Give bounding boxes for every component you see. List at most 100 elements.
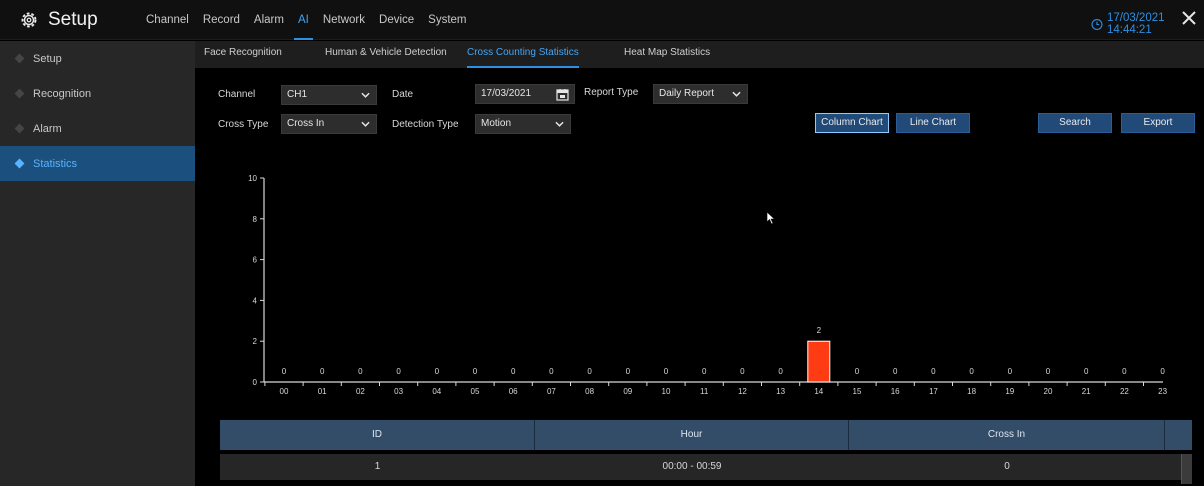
y-tick-label: 8 <box>253 215 258 224</box>
x-tick-label: 23 <box>1158 387 1167 396</box>
data-label: 0 <box>893 367 898 376</box>
main-panel: Channel CH1 Date 17/03/2021 Report Type … <box>195 68 1204 486</box>
table-header: ID Hour Cross In <box>220 420 1192 450</box>
x-tick-label: 15 <box>853 387 862 396</box>
x-tick-label: 14 <box>814 387 823 396</box>
table-row[interactable]: 1 00:00 - 00:59 0 <box>220 454 1192 480</box>
x-tick-label: 13 <box>776 387 785 396</box>
bullet-icon <box>14 158 25 169</box>
gear-icon <box>21 12 37 28</box>
x-tick-label: 16 <box>891 387 900 396</box>
bullet-icon <box>14 53 25 64</box>
x-tick-label: 01 <box>318 387 327 396</box>
data-label: 0 <box>511 367 516 376</box>
main-nav: Channel Record Alarm AI Network Device S… <box>146 0 467 40</box>
cell-cross-in: 0 <box>1004 461 1010 472</box>
data-label: 0 <box>549 367 554 376</box>
y-tick-label: 0 <box>253 378 258 387</box>
data-label: 0 <box>702 367 707 376</box>
bullet-icon <box>14 88 25 99</box>
sub-tab-bar: Face Recognition Human & Vehicle Detecti… <box>195 41 1204 68</box>
bullet-icon <box>14 123 25 134</box>
sidebar-item-recognition[interactable]: Recognition <box>0 76 195 111</box>
column-header-hour: Hour <box>535 420 849 450</box>
nav-device[interactable]: Device <box>379 0 414 40</box>
x-tick-label: 04 <box>432 387 441 396</box>
data-label: 0 <box>1008 367 1013 376</box>
x-tick-label: 05 <box>471 387 480 396</box>
x-tick-label: 00 <box>280 387 289 396</box>
column-header-cross-in: Cross In <box>849 420 1165 450</box>
x-tick-label: 09 <box>623 387 632 396</box>
data-label: 0 <box>778 367 783 376</box>
y-tick-label: 6 <box>253 256 258 265</box>
x-tick-label: 12 <box>738 387 747 396</box>
data-label: 0 <box>320 367 325 376</box>
sidebar-item-label: Recognition <box>33 87 92 100</box>
data-label: 0 <box>969 367 974 376</box>
nav-system[interactable]: System <box>428 0 466 40</box>
mouse-cursor-icon <box>766 211 776 225</box>
x-tick-label: 08 <box>585 387 594 396</box>
y-tick-label: 4 <box>253 296 258 305</box>
column-header-id: ID <box>220 420 535 450</box>
sidebar-item-statistics[interactable]: Statistics <box>0 146 195 181</box>
data-label: 0 <box>1160 367 1165 376</box>
cell-hour: 00:00 - 00:59 <box>662 461 722 472</box>
nav-ai[interactable]: AI <box>293 0 313 40</box>
clock-icon <box>1091 18 1103 30</box>
tab-cross-counting-statistics[interactable]: Cross Counting Statistics <box>467 41 579 68</box>
x-tick-label: 07 <box>547 387 556 396</box>
sidebar-item-label: Statistics <box>33 157 78 170</box>
data-label: 0 <box>1084 367 1089 376</box>
x-tick-label: 03 <box>394 387 403 396</box>
y-tick-label: 2 <box>253 337 258 346</box>
x-tick-label: 20 <box>1044 387 1053 396</box>
data-label: 0 <box>740 367 745 376</box>
x-tick-label: 22 <box>1120 387 1129 396</box>
data-label: 0 <box>664 367 669 376</box>
column-header-spacer <box>1165 420 1192 450</box>
sidebar-item-label: Alarm <box>33 122 62 135</box>
tab-human-vehicle-detection[interactable]: Human & Vehicle Detection <box>325 41 447 68</box>
data-label: 0 <box>282 367 287 376</box>
nav-channel[interactable]: Channel <box>146 0 189 40</box>
data-label: 0 <box>1122 367 1127 376</box>
data-label: 0 <box>1046 367 1051 376</box>
top-bar: Setup Channel Record Alarm AI Network De… <box>0 0 1204 40</box>
data-label: 0 <box>626 367 631 376</box>
data-label: 0 <box>931 367 936 376</box>
column-chart: 0246810000010020030040050060070080090100… <box>248 174 1168 396</box>
x-tick-label: 11 <box>700 387 709 396</box>
sidebar-item-alarm[interactable]: Alarm <box>0 111 195 146</box>
data-label: 0 <box>435 367 440 376</box>
x-tick-label: 18 <box>967 387 976 396</box>
sidebar-item-label: Setup <box>33 52 62 65</box>
app-title: Setup <box>48 9 98 30</box>
nav-record[interactable]: Record <box>203 0 240 40</box>
x-tick-label: 06 <box>509 387 518 396</box>
nav-network[interactable]: Network <box>323 0 365 40</box>
data-label: 0 <box>358 367 363 376</box>
x-tick-label: 19 <box>1005 387 1014 396</box>
data-label: 0 <box>473 367 478 376</box>
x-tick-label: 21 <box>1082 387 1091 396</box>
x-tick-label: 17 <box>929 387 938 396</box>
sidebar-item-setup[interactable]: Setup <box>0 41 195 76</box>
bar <box>807 340 831 383</box>
tab-heat-map-statistics[interactable]: Heat Map Statistics <box>624 41 710 68</box>
nav-alarm[interactable]: Alarm <box>254 0 284 40</box>
close-icon[interactable] <box>1180 9 1198 27</box>
data-label: 0 <box>587 367 592 376</box>
x-tick-label: 02 <box>356 387 365 396</box>
x-tick-label: 10 <box>662 387 671 396</box>
sidebar: Setup Recognition Alarm Statistics <box>0 41 195 486</box>
data-label: 0 <box>855 367 860 376</box>
data-label: 0 <box>396 367 401 376</box>
data-label: 2 <box>817 326 822 335</box>
tab-face-recognition[interactable]: Face Recognition <box>204 41 282 68</box>
table-scrollbar[interactable] <box>1181 454 1192 484</box>
app-logo: Setup <box>20 9 98 31</box>
y-tick-label: 10 <box>248 174 257 183</box>
cell-id: 1 <box>374 461 381 472</box>
